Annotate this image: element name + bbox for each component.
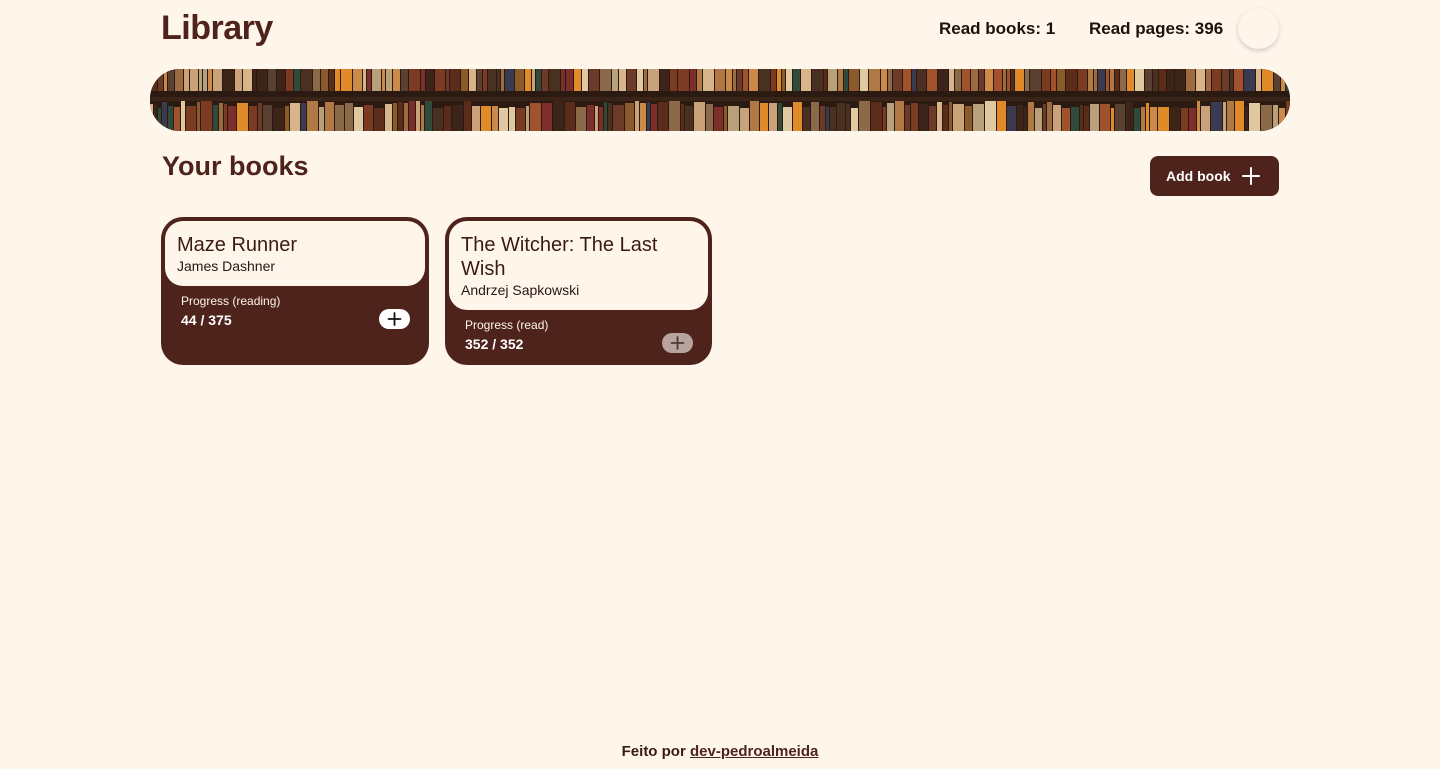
bookshelf-image xyxy=(150,69,1290,131)
author-link[interactable]: dev-pedroalmeida xyxy=(690,743,818,760)
book-author: Andrzej Sapkowski xyxy=(461,282,580,298)
add-pages-button[interactable] xyxy=(662,333,693,353)
read-books-counter: Read books: 1 xyxy=(939,19,1056,38)
book-info: The Witcher: The Last Wish Andrzej Sapko… xyxy=(449,221,708,310)
progress-label: Progress (reading) xyxy=(181,294,281,308)
avatar[interactable] xyxy=(1238,8,1279,49)
book-card[interactable]: The Witcher: The Last Wish Andrzej Sapko… xyxy=(445,217,712,365)
progress-value: 352 / 352 xyxy=(465,336,524,352)
book-title: Maze Runner xyxy=(177,234,298,256)
progress-label: Progress (read) xyxy=(465,318,549,332)
app-title: Library xyxy=(161,9,273,47)
read-pages-counter: Read pages: 396 xyxy=(1089,19,1224,38)
header: Library Read books: 1 Read pages: 396 xyxy=(150,0,1290,60)
add-pages-button[interactable] xyxy=(379,309,410,329)
book-author: James Dashner xyxy=(177,258,276,274)
bookshelf-banner xyxy=(150,69,1290,131)
add-book-button[interactable]: Add book xyxy=(1150,156,1279,196)
book-card[interactable]: Maze Runner James Dashner Progress (read… xyxy=(161,217,429,365)
add-book-label: Add book xyxy=(1166,168,1231,184)
footer: Feito por dev-pedroalmeida xyxy=(0,743,1440,760)
footer-prefix: Feito por xyxy=(621,743,686,760)
plus-icon xyxy=(387,312,402,326)
plus-icon xyxy=(1242,167,1260,185)
plus-icon xyxy=(670,336,685,350)
section-title: Your books xyxy=(162,151,309,181)
book-title: The Witcher: The Last Wish xyxy=(461,234,658,280)
progress-value: 44 / 375 xyxy=(181,312,232,328)
book-info: Maze Runner James Dashner xyxy=(165,221,425,286)
